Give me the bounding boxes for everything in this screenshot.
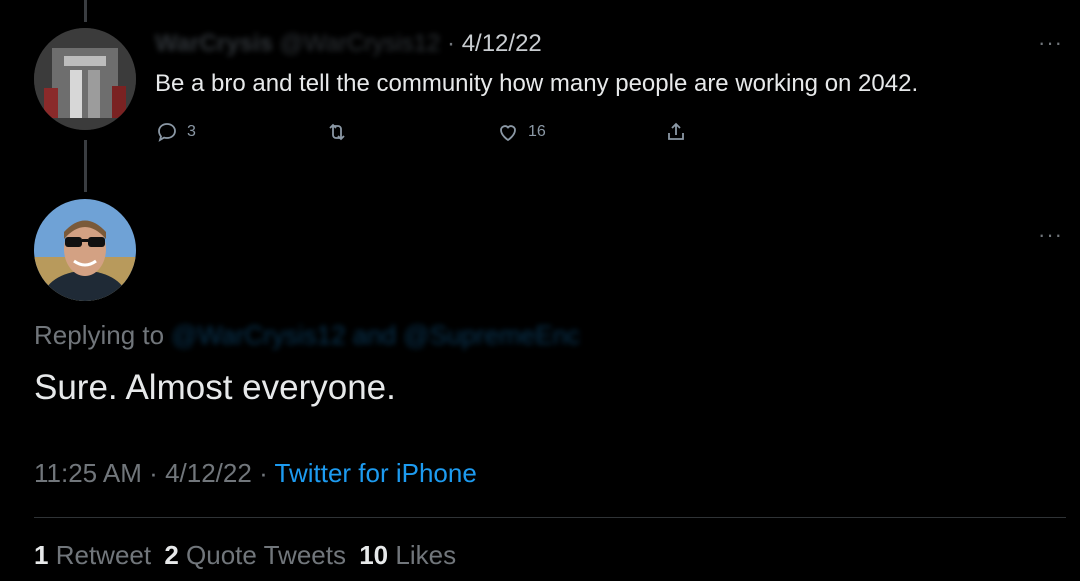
- tweet-meta: 11:25 AM · 4/12/22 · Twitter for iPhone: [34, 458, 477, 489]
- reply-more-icon[interactable]: ···: [1038, 222, 1063, 248]
- parent-date-separator: ·: [447, 30, 456, 57]
- replying-to-label: Replying to: [34, 320, 165, 350]
- tweet-time[interactable]: 11:25 AM: [34, 458, 142, 488]
- retweet-icon: [329, 123, 345, 141]
- parent-handle[interactable]: @WarCrysis12: [280, 30, 441, 57]
- quotes-stat[interactable]: 2 Quote Tweets: [164, 540, 346, 570]
- tweet-date[interactable]: 4/12/22: [165, 458, 252, 488]
- reply-count: 3: [187, 123, 196, 140]
- reply-tweet-text: Sure. Almost everyone.: [34, 368, 396, 407]
- meta-separator-2: ·: [259, 458, 268, 488]
- thread-line-middle: [84, 140, 87, 192]
- parent-display-name[interactable]: WarCrysis: [155, 30, 273, 57]
- reply-avatar[interactable]: [34, 199, 136, 301]
- likes-label: Likes: [395, 540, 457, 570]
- tweet-stats: 1 Retweet 2 Quote Tweets 10 Likes: [34, 540, 456, 571]
- thread-line-top: [84, 0, 87, 22]
- reply-button[interactable]: 3: [155, 120, 196, 144]
- parent-avatar-image: [34, 28, 136, 130]
- like-count: 16: [528, 123, 546, 140]
- share-button[interactable]: [664, 120, 688, 144]
- like-button[interactable]: 16: [496, 120, 546, 144]
- likes-count: 10: [359, 540, 389, 570]
- tweet-source-link[interactable]: Twitter for iPhone: [275, 458, 477, 488]
- retweets-count: 1: [34, 540, 49, 570]
- replying-to-handles[interactable]: @WarCrysis12 and @SupremeEnc: [171, 320, 580, 350]
- parent-avatar[interactable]: [34, 28, 136, 130]
- share-icon: [668, 122, 684, 140]
- reply-avatar-image: [34, 199, 136, 301]
- quotes-label: Quote Tweets: [186, 540, 346, 570]
- heart-icon: [500, 125, 516, 142]
- meta-separator-1: ·: [149, 458, 158, 488]
- reply-icon: [158, 123, 176, 142]
- stats-divider: [34, 517, 1066, 518]
- parent-tweet-text: Be a bro and tell the community how many…: [155, 70, 919, 97]
- quotes-count: 2: [164, 540, 179, 570]
- parent-date[interactable]: 4/12/22: [462, 30, 542, 57]
- likes-stat[interactable]: 10 Likes: [359, 540, 456, 570]
- parent-more-icon[interactable]: ···: [1038, 30, 1063, 56]
- retweets-stat[interactable]: 1 Retweet: [34, 540, 151, 570]
- retweets-label: Retweet: [55, 540, 152, 570]
- retweet-button[interactable]: [325, 120, 349, 144]
